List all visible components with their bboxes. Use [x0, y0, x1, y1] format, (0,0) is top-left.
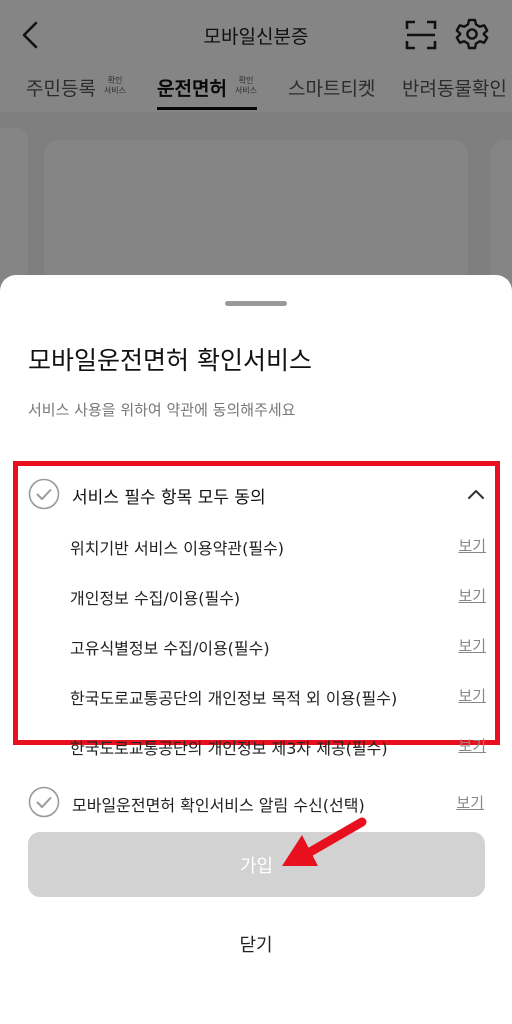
agree-all-row[interactable]: 서비스 필수 항목 모두 동의 — [28, 476, 488, 512]
view-link[interactable]: 보기 — [456, 792, 484, 813]
join-button[interactable]: 가입 — [28, 832, 485, 897]
term-row: 고유식별정보 수집/이용(필수) 보기 — [70, 631, 486, 661]
term-label: 고유식별정보 수집/이용(필수) — [70, 639, 270, 658]
term-label: 개인정보 수집/이용(필수) — [70, 589, 241, 608]
close-button[interactable]: 닫기 — [0, 931, 512, 957]
check-circle-icon[interactable] — [28, 786, 60, 818]
drag-handle[interactable] — [225, 301, 287, 306]
check-circle-icon[interactable] — [28, 478, 60, 510]
optional-consent-label: 모바일운전면허 확인서비스 알림 수신(선택) — [72, 796, 365, 815]
agree-all-label: 서비스 필수 항목 모두 동의 — [72, 488, 266, 508]
term-row: 위치기반 서비스 이용약관(필수) 보기 — [70, 531, 486, 561]
view-link[interactable]: 보기 — [458, 735, 486, 756]
term-label: 위치기반 서비스 이용약관(필수) — [70, 539, 285, 558]
term-row: 한국도로교통공단의 개인정보 목적 외 이용(필수) 보기 — [70, 681, 486, 711]
term-label: 한국도로교통공단의 개인정보 제3자 제공(필수) — [70, 739, 388, 758]
view-link[interactable]: 보기 — [458, 685, 486, 706]
term-label: 한국도로교통공단의 개인정보 목적 외 이용(필수) — [70, 689, 398, 708]
view-link[interactable]: 보기 — [458, 535, 486, 556]
term-row: 한국도로교통공단의 개인정보 제3자 제공(필수) 보기 — [70, 731, 486, 761]
optional-consent-row[interactable]: 모바일운전면허 확인서비스 알림 수신(선택) 보기 — [28, 784, 484, 820]
chevron-up-icon[interactable] — [466, 484, 486, 504]
view-link[interactable]: 보기 — [458, 635, 486, 656]
term-row: 개인정보 수집/이용(필수) 보기 — [70, 581, 486, 611]
sheet-subtitle: 서비스 사용을 위하여 약관에 동의해주세요 — [28, 401, 296, 419]
view-link[interactable]: 보기 — [458, 585, 486, 606]
terms-bottom-sheet: 모바일운전면허 확인서비스 서비스 사용을 위하여 약관에 동의해주세요 서비스… — [0, 275, 512, 1024]
sheet-title: 모바일운전면허 확인서비스 — [28, 346, 312, 375]
